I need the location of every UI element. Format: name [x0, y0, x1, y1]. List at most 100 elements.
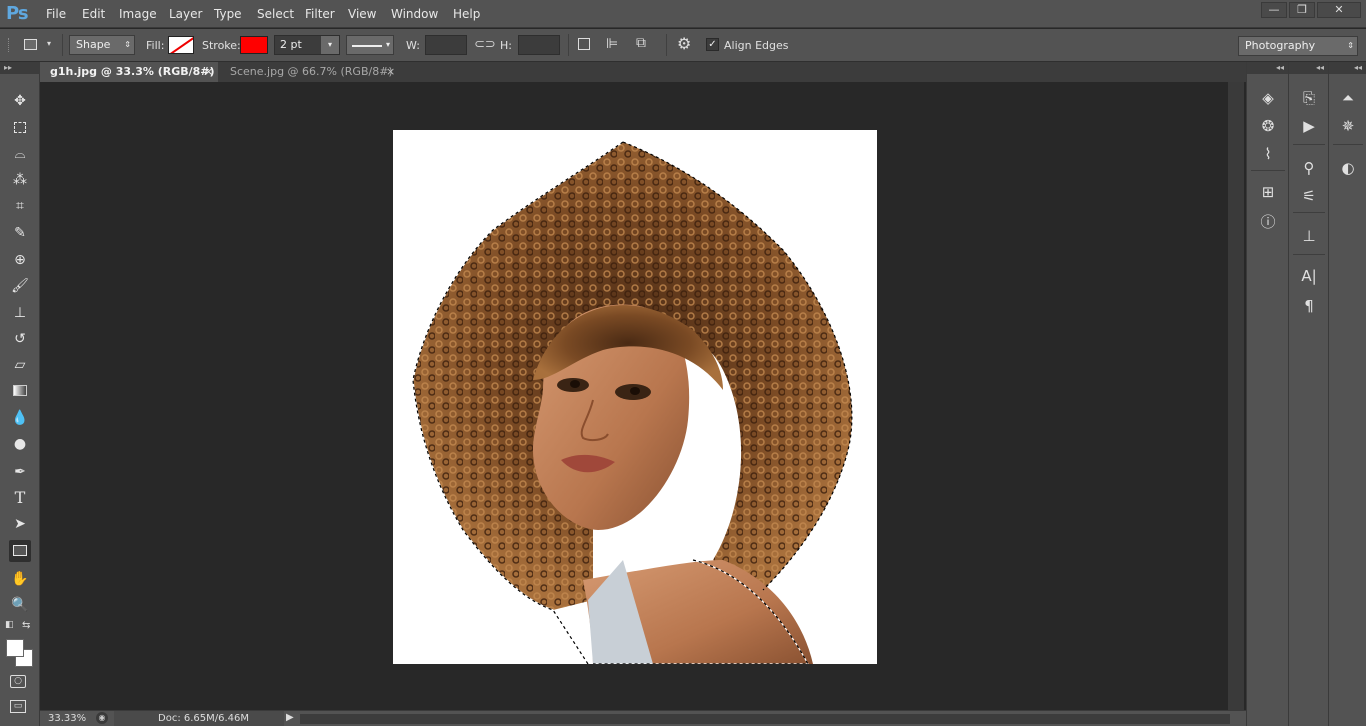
actions-icon[interactable]: ▶ [1297, 114, 1321, 138]
path-selection-tool-icon[interactable]: ➤ [9, 513, 31, 535]
paths-icon[interactable]: ⌇ [1256, 142, 1280, 166]
zoom-level[interactable]: 33.33% [48, 713, 86, 724]
stroke-label: Stroke: [202, 39, 241, 52]
menu-help[interactable]: Help [453, 7, 480, 21]
path-operations-icon[interactable] [578, 38, 590, 50]
screen-mode-icon[interactable]: ▭ [10, 700, 26, 713]
divider [568, 34, 569, 56]
document-info-icon[interactable]: ◉ [96, 712, 108, 724]
hand-tool-icon[interactable]: ✋ [9, 568, 31, 590]
tool-preset-picker[interactable]: ▾ [20, 35, 60, 55]
menu-layer[interactable]: Layer [169, 7, 202, 21]
paragraph-icon[interactable]: ¶ [1297, 294, 1321, 318]
collapse-icon[interactable]: ◂◂ [1329, 62, 1366, 74]
magic-wand-tool-icon[interactable]: ⁂ [9, 169, 31, 191]
divider [1251, 170, 1285, 171]
info-icon[interactable]: ⓘ [1256, 210, 1280, 234]
foreground-color-swatch[interactable] [6, 639, 24, 657]
status-menu-arrow-icon[interactable]: ▶ [286, 712, 294, 723]
crop-tool-icon[interactable]: ⌗ [9, 195, 31, 217]
navigator-icon[interactable]: ✵ [1336, 114, 1360, 138]
stroke-width-value: 2 pt [280, 38, 302, 51]
dodge-tool-icon[interactable]: ● [9, 433, 31, 455]
workspace-switcher[interactable]: Photography ⇕ [1238, 36, 1358, 56]
clone-source-icon[interactable]: ⊥ [1297, 224, 1321, 248]
close-window-button[interactable]: ✕ [1317, 2, 1361, 18]
menu-type[interactable]: Type [214, 7, 242, 21]
marquee-tool-icon[interactable] [9, 117, 31, 139]
pen-tool-icon[interactable]: ✒ [9, 461, 31, 483]
width-input[interactable] [425, 35, 467, 55]
shape-mode-select[interactable]: Shape ⇕ [69, 35, 135, 55]
brush-settings-icon[interactable]: ⚟ [1297, 184, 1321, 208]
clone-stamp-tool-icon[interactable]: ⊥ [9, 302, 31, 324]
eraser-tool-icon[interactable]: ▱ [9, 354, 31, 376]
divider [1293, 254, 1325, 255]
expand-icon[interactable]: ▸▸ [0, 62, 40, 74]
histogram-chart-icon[interactable]: ⏶ [1336, 86, 1360, 110]
character-icon[interactable]: A| [1297, 264, 1321, 288]
brush-tool-icon[interactable]: 🖌 [9, 275, 31, 297]
align-edges-checkbox[interactable]: ✓ [706, 38, 719, 51]
panel-dock-3: ◂◂ ⏶ ✵ ◐ [1328, 62, 1366, 726]
doc-info-field: Doc: 6.65M/6.46M [114, 711, 284, 726]
quick-mask-icon[interactable]: ○ [10, 675, 26, 688]
fill-swatch[interactable] [168, 36, 194, 54]
eyedropper-tool-icon[interactable]: ✎ [9, 222, 31, 244]
path-arrangement-icon[interactable]: ⧉ [636, 35, 646, 51]
solid-line-icon [352, 45, 382, 47]
gradient-tool-icon[interactable] [9, 380, 31, 402]
tab-scene[interactable]: Scene.jpg @ 66.7% (RGB/8#) [220, 62, 400, 82]
chevron-down-icon[interactable]: ▾ [321, 36, 339, 54]
height-input[interactable] [518, 35, 560, 55]
layers-icon[interactable]: ◈ [1256, 86, 1280, 110]
horizontal-scrollbar[interactable] [300, 714, 1230, 724]
rectangle-tool-icon[interactable] [9, 540, 31, 562]
stroke-swatch[interactable] [240, 36, 268, 54]
menu-edit[interactable]: Edit [82, 7, 105, 21]
panel-dock-1: ◂◂ ◈ ❂ ⌇ ⊞ ⓘ [1246, 62, 1288, 726]
document-image[interactable] [393, 130, 877, 664]
tab-title: Scene.jpg @ 66.7% (RGB/8#) [230, 65, 393, 78]
history-icon[interactable]: ⎘ [1297, 86, 1321, 110]
updown-icon: ⇕ [124, 40, 131, 49]
stroke-width-field[interactable]: 2 pt ▾ [274, 35, 340, 55]
menu-view[interactable]: View [348, 7, 376, 21]
default-colors-icon[interactable]: ◧ [5, 620, 14, 630]
portrait-photo [412, 141, 853, 664]
histogram-icon[interactable]: ⊞ [1256, 180, 1280, 204]
blur-tool-icon[interactable]: 💧 [9, 407, 31, 429]
link-icon[interactable]: ⊂⊃ [474, 37, 496, 52]
close-icon[interactable]: × [386, 62, 395, 82]
stroke-color-fill [241, 37, 267, 53]
healing-brush-tool-icon[interactable]: ⊕ [9, 249, 31, 271]
status-bar: 33.33% ◉ Doc: 6.65M/6.46M ▶ [40, 710, 1246, 726]
menu-image[interactable]: Image [119, 7, 157, 21]
menu-window[interactable]: Window [391, 7, 438, 21]
brush-presets-icon[interactable]: ⚲ [1297, 156, 1321, 180]
stroke-type-select[interactable]: ▾ [346, 35, 394, 55]
channels-icon[interactable]: ❂ [1256, 114, 1280, 138]
collapse-icon[interactable]: ◂◂ [1289, 62, 1328, 74]
panel-dock-2: ◂◂ ⎘ ▶ ⚲ ⚟ ⊥ A| ¶ [1288, 62, 1328, 726]
collapse-icon[interactable]: ◂◂ [1247, 62, 1288, 74]
menu-filter[interactable]: Filter [305, 7, 335, 21]
tab-g1h[interactable]: g1h.jpg @ 33.3% (RGB/8#) * [40, 62, 218, 98]
lasso-tool-icon[interactable]: ⌓ [9, 143, 31, 165]
restore-button[interactable]: ❐ [1289, 2, 1315, 18]
grip-handle[interactable] [8, 38, 16, 52]
adjustments-icon[interactable]: ◐ [1336, 156, 1360, 180]
height-label: H: [500, 39, 512, 52]
history-brush-tool-icon[interactable]: ↺ [9, 328, 31, 350]
vertical-scrollbar[interactable] [1228, 82, 1244, 710]
close-icon[interactable]: × [204, 62, 213, 82]
gear-icon[interactable]: ⚙ [677, 34, 691, 53]
menu-file[interactable]: File [46, 7, 66, 21]
type-tool-icon[interactable]: T [9, 487, 31, 509]
move-tool-icon[interactable]: ✥ [9, 90, 31, 112]
minimize-button[interactable]: — [1261, 2, 1287, 18]
swap-colors-icon[interactable]: ⇆ [22, 620, 30, 631]
menu-select[interactable]: Select [257, 7, 294, 21]
zoom-tool-icon[interactable]: 🔍 [9, 594, 31, 616]
path-alignment-icon[interactable]: ⊫ [606, 36, 618, 52]
